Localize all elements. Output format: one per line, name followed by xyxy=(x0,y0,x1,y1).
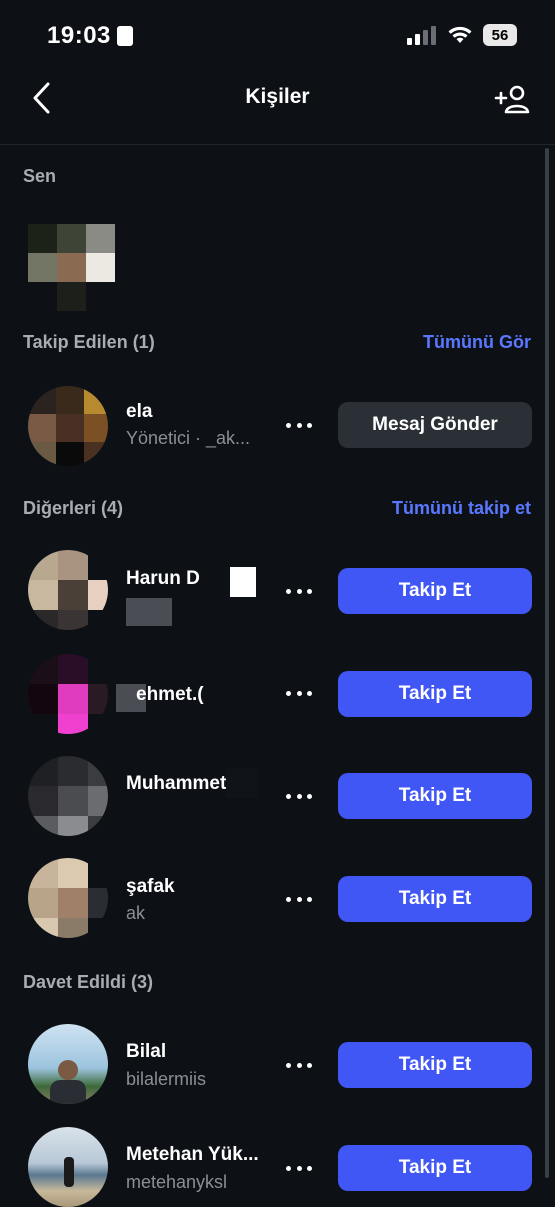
scrollbar[interactable] xyxy=(545,148,549,1178)
contact-name: Muhammet xyxy=(126,773,227,794)
section-you-label: Sen xyxy=(23,166,57,186)
battery-icon: 56 xyxy=(483,24,517,46)
id-card-icon xyxy=(117,26,133,46)
contact-name: şafak xyxy=(126,876,175,897)
avatar[interactable] xyxy=(28,654,108,734)
redacted-block xyxy=(126,598,172,626)
redacted-block xyxy=(226,768,258,798)
contact-subtitle: ak xyxy=(126,903,146,923)
more-dots-icon[interactable] xyxy=(286,688,312,698)
send-message-button[interactable]: Mesaj Gönder xyxy=(338,402,532,448)
contact-subtitle: metehanyksl xyxy=(126,1172,228,1192)
follow-button[interactable]: Takip Et xyxy=(338,1042,532,1088)
follow-button[interactable]: Takip Et xyxy=(338,671,532,717)
signal-icon xyxy=(407,26,436,45)
follow-button[interactable]: Takip Et xyxy=(338,773,532,819)
avatar[interactable] xyxy=(28,550,108,630)
contact-name: ela xyxy=(126,401,153,422)
contact-name: Metehan Yük... xyxy=(126,1144,259,1165)
see-all-link[interactable]: Tümünü Gör xyxy=(423,332,531,353)
status-icons: 56 xyxy=(407,24,517,46)
follow-button[interactable]: Takip Et xyxy=(338,568,532,614)
avatar[interactable] xyxy=(28,386,108,466)
more-dots-icon[interactable] xyxy=(286,586,312,596)
contact-subtitle: Yönetici · _ak... xyxy=(126,428,251,448)
more-dots-icon[interactable] xyxy=(286,894,312,904)
add-user-icon[interactable] xyxy=(494,84,530,114)
more-dots-icon[interactable] xyxy=(286,791,312,801)
avatar[interactable] xyxy=(28,1127,108,1207)
more-dots-icon[interactable] xyxy=(286,1060,312,1070)
avatar[interactable] xyxy=(28,858,108,938)
avatar[interactable] xyxy=(28,756,108,836)
page-title: Kişiler xyxy=(245,85,310,108)
contact-subtitle: bilalermiis xyxy=(126,1069,207,1089)
more-dots-icon[interactable] xyxy=(286,1163,312,1173)
wifi-icon xyxy=(448,26,472,43)
section-others-label: Diğerleri (4) xyxy=(23,498,124,518)
redacted-block xyxy=(230,567,256,597)
avatar[interactable] xyxy=(28,1024,108,1104)
follow-button[interactable]: Takip Et xyxy=(338,1145,532,1191)
status-time: 19:03 xyxy=(47,22,111,49)
section-invited-label: Davet Edildi (3) xyxy=(23,972,154,992)
contact-name: Harun D xyxy=(126,568,200,589)
contact-name: ehmet.( xyxy=(136,684,204,705)
header-divider xyxy=(0,144,555,145)
own-avatar[interactable] xyxy=(28,224,116,312)
section-following-label: Takip Edilen (1) xyxy=(23,332,155,352)
follow-button[interactable]: Takip Et xyxy=(338,876,532,922)
more-dots-icon[interactable] xyxy=(286,420,312,430)
contact-name: Bilal xyxy=(126,1041,167,1062)
follow-all-link[interactable]: Tümünü takip et xyxy=(392,498,531,519)
